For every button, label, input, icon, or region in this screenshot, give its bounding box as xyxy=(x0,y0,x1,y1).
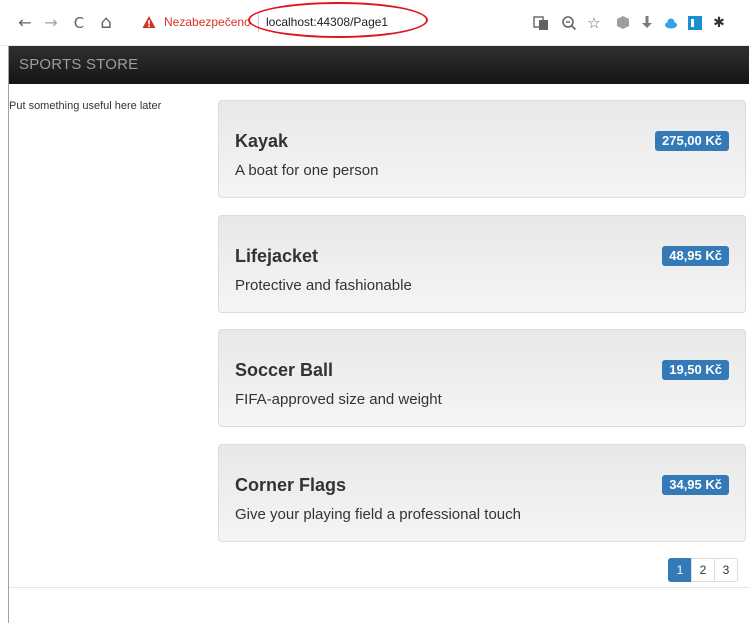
footer-divider xyxy=(9,587,749,588)
price-badge: 34,95 Kč xyxy=(662,475,729,495)
product-description: Give your playing field a professional t… xyxy=(235,506,521,523)
price-badge: 48,95 Kč xyxy=(662,246,729,266)
puzzle-icon[interactable]: ✱ xyxy=(710,13,728,33)
star-icon[interactable]: ☆ xyxy=(585,13,603,33)
page-link-1[interactable]: 1 xyxy=(668,558,692,582)
product-card: Corner Flags 34,95 Kč Give your playing … xyxy=(218,444,746,542)
translate-icon[interactable] xyxy=(532,13,550,33)
window-edge xyxy=(8,46,9,623)
browser-toolbar: ← → C ⌂ Nezabezpečeno localhost:44308/Pa… xyxy=(0,0,749,46)
page-link-3[interactable]: 3 xyxy=(714,558,738,582)
product-name: Soccer Ball xyxy=(235,360,334,380)
forward-icon[interactable]: → xyxy=(42,12,60,34)
security-label[interactable]: Nezabezpečeno xyxy=(164,15,251,29)
product-description: Protective and fashionable xyxy=(235,277,412,294)
price-badge: 275,00 Kč xyxy=(655,131,729,151)
warning-icon[interactable] xyxy=(142,15,156,29)
product-card: Kayak 275,00 Kč A boat for one person xyxy=(218,100,746,198)
sidebar-note: Put something useful here later xyxy=(9,100,162,112)
product-name: Corner Flags xyxy=(235,475,347,495)
home-icon[interactable]: ⌂ xyxy=(97,12,115,34)
product-description: FIFA-approved size and weight xyxy=(235,391,442,408)
brand-title[interactable]: SPORTS STORE xyxy=(19,56,138,73)
back-icon[interactable]: ← xyxy=(16,12,34,34)
address-bar[interactable]: Nezabezpečeno localhost:44308/Page1 xyxy=(132,2,592,38)
product-card: Soccer Ball 19,50 Kč FIFA-approved size … xyxy=(218,329,746,427)
url-highlight-annotation xyxy=(248,2,428,38)
site-navbar: SPORTS STORE xyxy=(9,46,749,84)
profile-icon[interactable] xyxy=(686,13,704,33)
product-card: Lifejacket 48,95 Kč Protective and fashi… xyxy=(218,215,746,313)
reload-icon[interactable]: C xyxy=(70,12,88,34)
product-name: Lifejacket xyxy=(235,246,319,266)
pagination: 1 2 3 xyxy=(668,558,738,582)
download-icon[interactable] xyxy=(638,13,656,33)
page-link-2[interactable]: 2 xyxy=(691,558,715,582)
product-description: A boat for one person xyxy=(235,162,379,179)
price-badge: 19,50 Kč xyxy=(662,360,729,380)
zoom-icon[interactable] xyxy=(560,13,578,33)
extension-icon[interactable] xyxy=(614,13,632,33)
product-name: Kayak xyxy=(235,131,289,151)
cloud-icon[interactable] xyxy=(662,13,680,33)
